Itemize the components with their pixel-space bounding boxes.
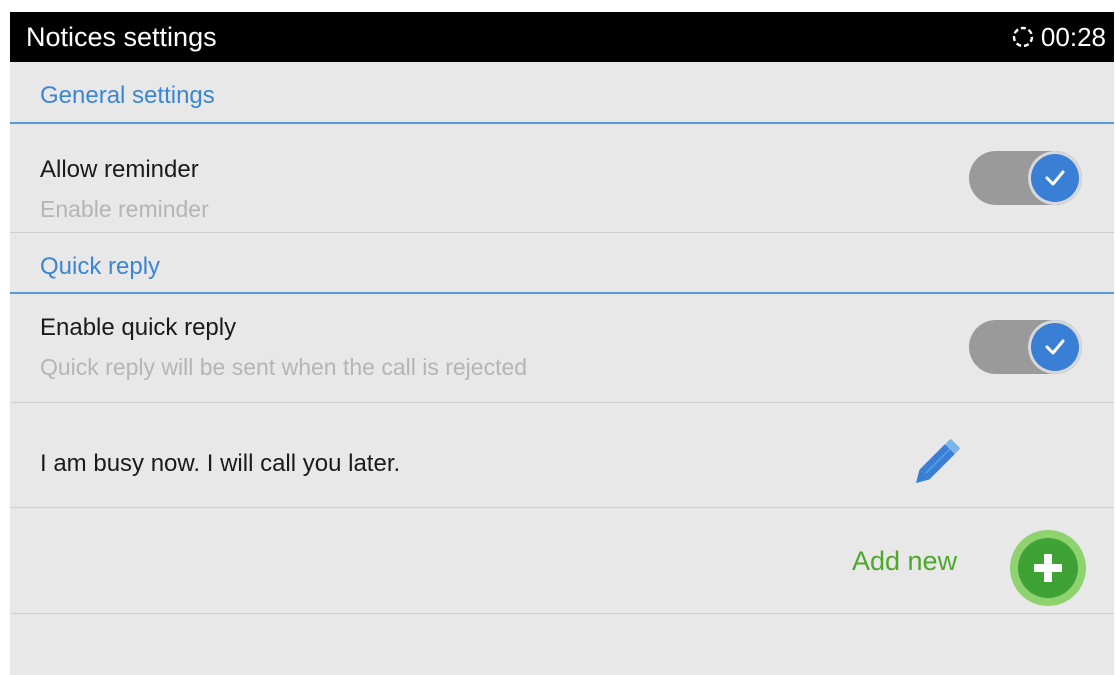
add-button-inner [1018,538,1078,598]
pencil-icon [915,439,960,484]
edit-message-button[interactable] [908,428,972,490]
toggle-knob [1028,320,1082,374]
enable-quick-reply-summary: Quick reply will be sent when the call i… [40,354,528,380]
toggle-knob [1028,151,1082,205]
quick-reply-message-text: I am busy now. I will call you later. [40,450,401,477]
notices-settings-screen: Notices settings 00:28 General settings … [10,12,1114,675]
enable-quick-reply-toggle[interactable] [969,320,1082,374]
allow-reminder-toggle[interactable] [969,151,1082,205]
allow-reminder-row[interactable]: Allow reminder Enable reminder [10,124,1114,233]
status-area: 00:28 [1011,22,1106,52]
add-new-button[interactable] [1010,530,1086,606]
title-bar: Notices settings 00:28 [10,12,1114,62]
enable-quick-reply-row[interactable]: Enable quick reply Quick reply will be s… [10,294,1114,403]
allow-reminder-summary: Enable reminder [40,196,209,222]
check-icon [1045,170,1065,186]
plus-icon [1034,554,1062,582]
section-header-quick-reply: Quick reply [10,233,1114,294]
section-header-general: General settings [10,62,1114,124]
allow-reminder-title: Allow reminder [40,156,199,183]
clock-time: 00:28 [1040,22,1106,52]
enable-quick-reply-title: Enable quick reply [40,314,237,341]
sync-icon [1012,26,1034,48]
check-icon [1045,339,1065,355]
add-new-label[interactable]: Add new [852,546,957,577]
section-title-quick-reply: Quick reply [40,253,161,280]
section-title-general: General settings [40,82,215,109]
page-title: Notices settings [26,22,217,52]
